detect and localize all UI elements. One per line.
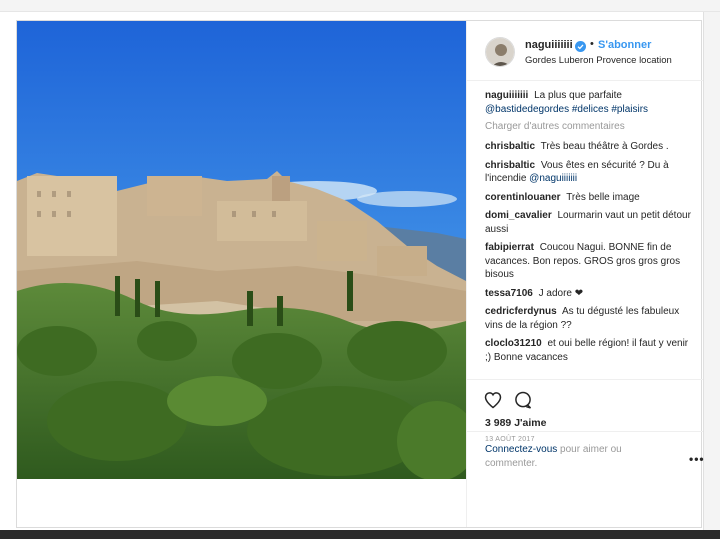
comment-item: tessa7106 J adore ❤	[485, 287, 693, 301]
comment-username[interactable]: tessa7106	[485, 288, 533, 299]
comment-mention[interactable]: @naguiiiiiii	[529, 173, 577, 184]
caption-tags[interactable]: @bastidedegordes #delices #plaisirs	[485, 104, 648, 115]
login-link[interactable]: Connectez-vous	[485, 444, 557, 455]
more-options-icon[interactable]: •••	[689, 452, 705, 466]
comment-username[interactable]: cedricferdynus	[485, 306, 557, 317]
post-side-panel: naguiiiiiii • S'abonner Gordes Luberon P…	[466, 21, 705, 527]
heart-icon[interactable]	[483, 390, 503, 410]
comment-item: chrisbaltic Vous êtes en sécurité ? Du à…	[485, 159, 693, 186]
comment-text: Très beau théâtre à Gordes .	[540, 141, 669, 152]
post-dialog: naguiiiiiii • S'abonner Gordes Luberon P…	[16, 20, 705, 528]
caption-username[interactable]: naguiiiiiii	[485, 90, 528, 101]
comments-list[interactable]: naguiiiiiii La plus que parfaite @bastid…	[467, 89, 703, 377]
login-prompt-text: Connectez-vous pour aimer ou commenter.	[485, 443, 675, 471]
comment-item: domi_cavalier Lourmarin vaut un petit dé…	[485, 209, 693, 236]
comment-item: corentinlouaner Très belle image	[485, 191, 693, 205]
likes-count[interactable]: 3 989 J'aime	[485, 417, 546, 429]
comment-username[interactable]: chrisbaltic	[485, 160, 535, 171]
comment-username[interactable]: corentinlouaner	[485, 192, 561, 203]
window-top-bar	[0, 0, 720, 12]
comment-text: Très belle image	[566, 191, 640, 203]
comment-item: chrisbaltic Très beau théâtre à Gordes .	[485, 140, 693, 154]
comment-username[interactable]: cloclo31210	[485, 338, 542, 349]
comment-username[interactable]: chrisbaltic	[485, 141, 535, 152]
comment-item: cedricferdynus As tu dégusté les fabuleu…	[485, 305, 693, 332]
caption: naguiiiiiii La plus que parfaite @bastid…	[485, 89, 693, 116]
comment-username[interactable]: fabipierrat	[485, 242, 534, 253]
comment-item: cloclo31210 et oui belle région! il faut…	[485, 337, 693, 364]
avatar[interactable]	[485, 37, 515, 67]
separator-dot: •	[590, 38, 594, 50]
post-username[interactable]: naguiiiiiii	[525, 39, 573, 51]
comment-item: fabipierrat Coucou Nagui. BONNE fin de v…	[485, 241, 693, 282]
login-prompt: Connectez-vous pour aimer ou commenter. …	[467, 431, 705, 491]
gordes-village-photo	[17, 21, 466, 479]
post-photo[interactable]	[17, 21, 466, 479]
follow-button[interactable]: S'abonner	[598, 39, 651, 51]
caption-text: La plus que parfaite	[534, 90, 622, 101]
window-bottom-bar	[0, 530, 720, 539]
comment-bubble-icon[interactable]	[513, 390, 533, 410]
page-right-margin	[703, 12, 720, 530]
comment-text: J adore ❤	[538, 287, 584, 299]
post-header: naguiiiiiii • S'abonner Gordes Luberon P…	[467, 21, 703, 81]
load-more-comments-button[interactable]: Charger d'autres commentaires	[485, 121, 693, 132]
verified-badge-icon	[575, 39, 586, 52]
post-location[interactable]: Gordes Luberon Provence location	[525, 55, 672, 66]
comment-username[interactable]: domi_cavalier	[485, 210, 552, 221]
